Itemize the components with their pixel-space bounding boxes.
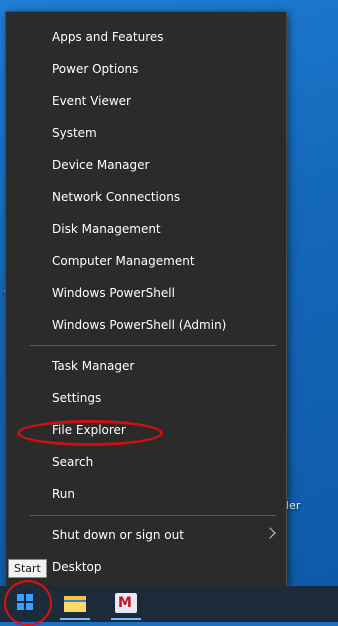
menu-item-computer-management[interactable]: Computer Management bbox=[6, 245, 286, 277]
menu-item-label: Disk Management bbox=[52, 222, 161, 236]
menu-item-power-options[interactable]: Power Options bbox=[6, 53, 286, 85]
menu-item-label: Apps and Features bbox=[52, 30, 164, 44]
menu-item-apps-and-features[interactable]: Apps and Features bbox=[6, 21, 286, 53]
taskbar-active-indicator bbox=[111, 618, 141, 620]
menu-item-label: Desktop bbox=[52, 560, 102, 574]
menu-item-label: Network Connections bbox=[52, 190, 181, 204]
menu-item-run[interactable]: Run bbox=[6, 478, 286, 510]
desktop-label-fragment: ler bbox=[286, 499, 301, 512]
menu-item-windows-powershell-admin[interactable]: Windows PowerShell (Admin) bbox=[6, 309, 286, 341]
file-explorer-folder-icon[interactable] bbox=[64, 594, 86, 612]
menu-item-desktop[interactable]: Desktop bbox=[6, 551, 286, 583]
menu-item-label: Task Manager bbox=[52, 359, 135, 373]
menu-item-label: Computer Management bbox=[52, 254, 195, 268]
menu-item-label: File Explorer bbox=[52, 423, 126, 437]
menu-item-system[interactable]: System bbox=[6, 117, 286, 149]
start-tooltip: Start bbox=[8, 559, 47, 578]
menu-item-label: Windows PowerShell (Admin) bbox=[52, 318, 227, 332]
menu-item-shut-down-or-sign-out[interactable]: Shut down or sign out bbox=[6, 519, 286, 551]
menu-item-label: Device Manager bbox=[52, 158, 150, 172]
menu-item-settings[interactable]: Settings bbox=[6, 382, 286, 414]
menu-item-disk-management[interactable]: Disk Management bbox=[6, 213, 286, 245]
windows-logo-icon bbox=[17, 594, 33, 610]
menu-item-label: Windows PowerShell bbox=[52, 286, 175, 300]
taskbar bbox=[0, 586, 338, 622]
start-button[interactable] bbox=[0, 586, 48, 622]
menu-separator bbox=[30, 345, 276, 346]
menu-item-label: System bbox=[52, 126, 97, 140]
menu-item-network-connections[interactable]: Network Connections bbox=[6, 181, 286, 213]
menu-separator bbox=[30, 515, 276, 516]
menu-item-label: Search bbox=[52, 455, 94, 469]
chevron-right-icon bbox=[264, 527, 276, 539]
menu-item-file-explorer[interactable]: File Explorer bbox=[6, 414, 286, 446]
menu-item-label: Run bbox=[52, 487, 76, 501]
menu-item-task-manager[interactable]: Task Manager bbox=[6, 350, 286, 382]
menu-item-windows-powershell[interactable]: Windows PowerShell bbox=[6, 277, 286, 309]
menu-item-event-viewer[interactable]: Event Viewer bbox=[6, 85, 286, 117]
menu-item-label: Power Options bbox=[52, 62, 139, 76]
menu-item-label: Settings bbox=[52, 391, 102, 405]
menu-item-label: Event Viewer bbox=[52, 94, 131, 108]
menu-item-device-manager[interactable]: Device Manager bbox=[6, 149, 286, 181]
taskbar-active-indicator bbox=[60, 618, 90, 620]
app-m-icon[interactable]: M bbox=[115, 593, 137, 613]
winx-power-user-menu: Apps and Features Power Options Event Vi… bbox=[5, 11, 287, 587]
menu-item-search[interactable]: Search bbox=[6, 446, 286, 478]
menu-item-label: Shut down or sign out bbox=[52, 528, 184, 542]
